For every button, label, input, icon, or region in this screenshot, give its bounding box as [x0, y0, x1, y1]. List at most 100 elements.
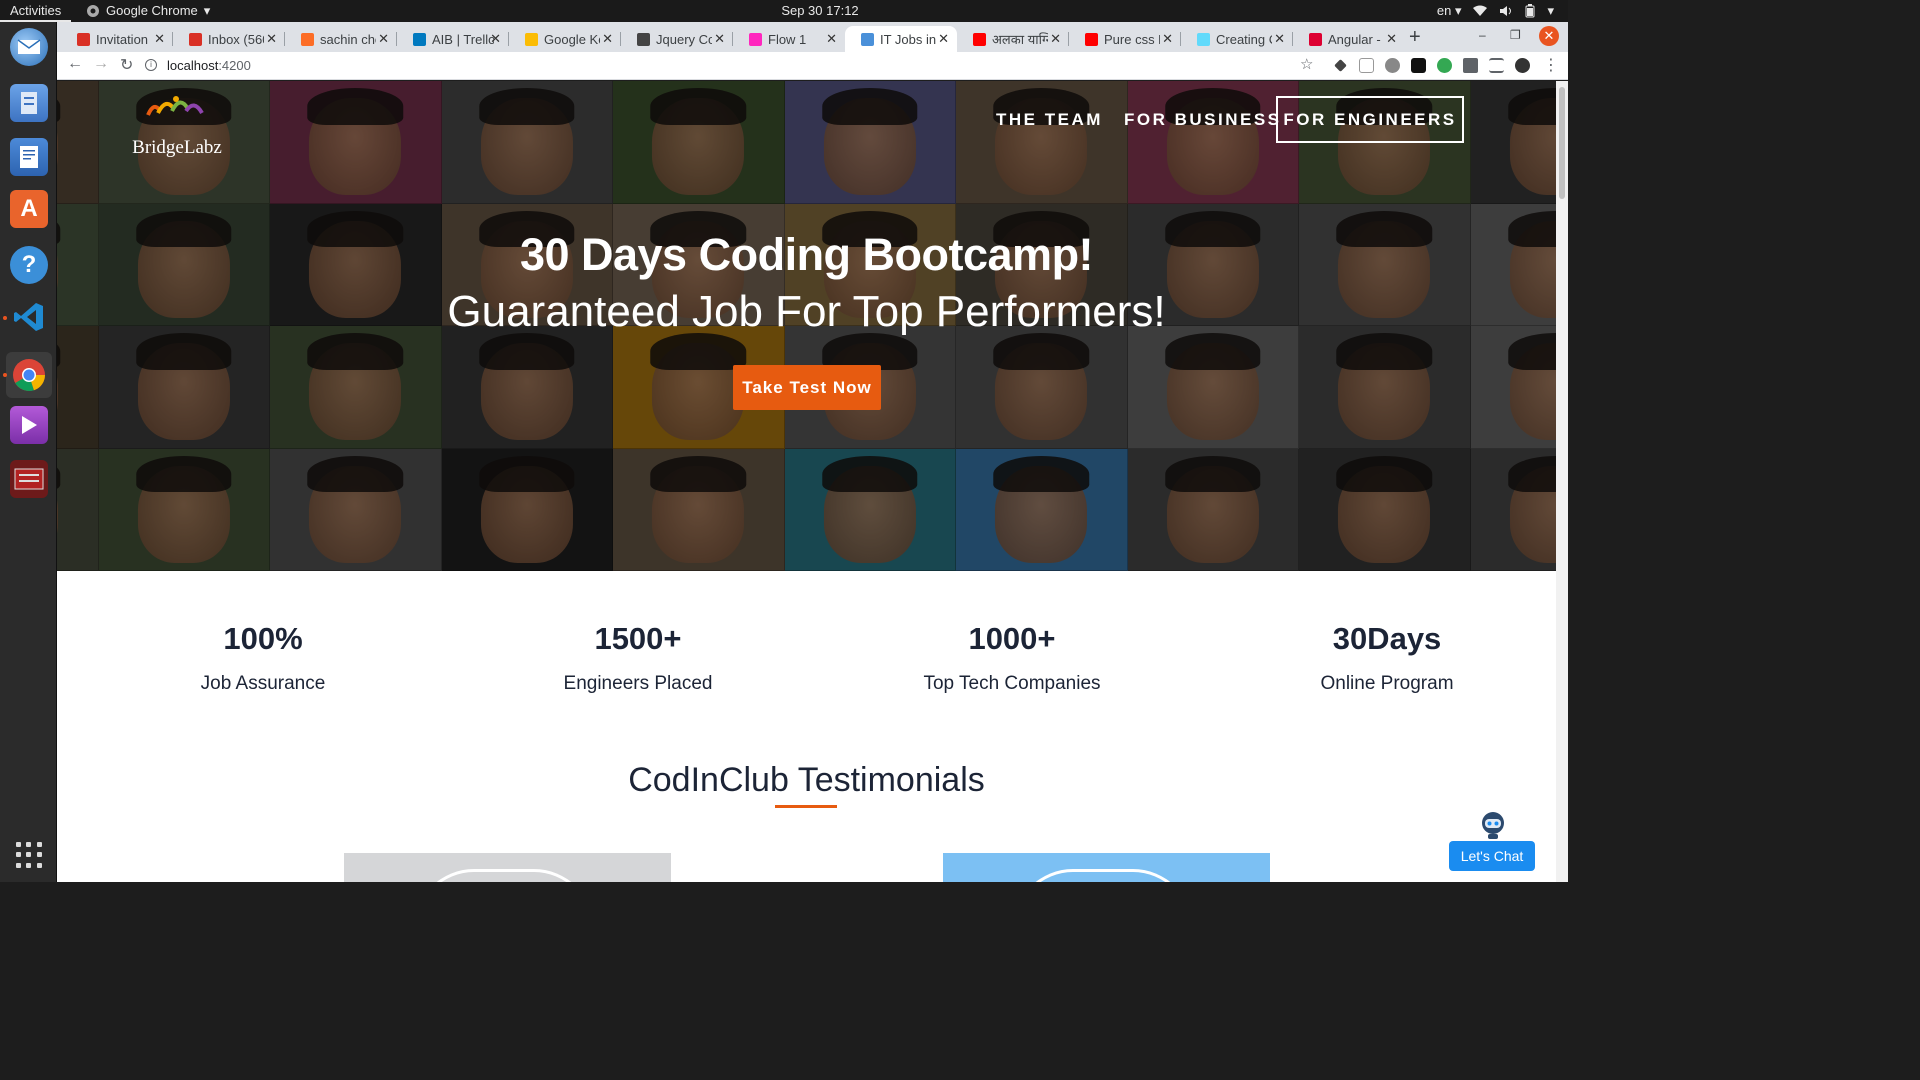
caret-down-icon: ▾ [203, 3, 211, 18]
tab[interactable]: Inbox (560 ✕ [173, 26, 285, 52]
nav-label[interactable]: FOR BUSINESS [1124, 110, 1282, 130]
testimonial-image [1013, 869, 1193, 882]
web-page: BridgeLabz THE TEAM FOR BUSINESS FOR ENG… [57, 81, 1556, 882]
app-menu-label: Google Chrome [106, 3, 198, 18]
tab-title: Google Ke [544, 31, 600, 47]
stat-value: 1500+ [594, 621, 682, 656]
extension-icon[interactable] [1385, 58, 1400, 73]
media-player-icon[interactable] [10, 406, 48, 444]
take-test-button[interactable]: Take Test Now [733, 365, 881, 410]
close-tab-icon[interactable]: ✕ [1050, 31, 1061, 47]
reading-list-icon[interactable] [1489, 58, 1504, 73]
tab[interactable]: Creating C ✕ [1181, 26, 1293, 52]
close-tab-icon[interactable]: ✕ [1274, 31, 1285, 47]
close-tab-icon[interactable]: ✕ [714, 31, 725, 47]
site-info-icon[interactable]: i [145, 59, 157, 71]
extension-icon[interactable] [1411, 58, 1426, 73]
tab[interactable]: Jquery Co ✕ [621, 26, 733, 52]
close-tab-icon[interactable]: ✕ [1386, 31, 1397, 47]
extension-icon[interactable] [1437, 58, 1452, 73]
tab-title: AIB | Trello [432, 31, 494, 47]
close-tab-icon[interactable]: ✕ [154, 31, 165, 47]
power-menu-icon[interactable]: ▾ [1547, 0, 1554, 22]
dock: A ? [0, 22, 57, 882]
show-applications-icon[interactable] [16, 842, 42, 868]
xd-icon [749, 32, 762, 46]
tab[interactable]: Pure css N ✕ [1069, 26, 1181, 52]
reload-button[interactable]: ↻ [120, 55, 133, 75]
color-picker-extension-icon[interactable] [1334, 59, 1347, 72]
restore-button[interactable]: ❐ [1510, 28, 1521, 42]
app-menu[interactable]: Google Chrome ▾ [86, 0, 210, 22]
minimize-button[interactable]: – [1479, 28, 1486, 42]
gitlab-icon [301, 32, 314, 46]
react-icon [1197, 32, 1210, 46]
chatbot-robot-icon[interactable] [1477, 809, 1509, 841]
forward-button[interactable]: → [93, 55, 109, 73]
close-tab-icon[interactable]: ✕ [1162, 31, 1173, 47]
stat-online-program: 30Days Online Program [1237, 621, 1537, 695]
tab[interactable]: AIB | Trello ✕ [397, 26, 509, 52]
stat-label: Online Program [1320, 673, 1454, 694]
menu-kebab-icon[interactable]: ⋮ [1543, 55, 1559, 75]
tab-title: sachin cho [320, 31, 376, 47]
writer-icon[interactable] [10, 138, 48, 176]
url-host: localhost [167, 57, 219, 73]
bookmark-star-icon[interactable]: ☆ [1300, 55, 1313, 73]
nav-label[interactable]: FOR ENGINEERS [1283, 110, 1456, 130]
extension-icon[interactable] [1359, 58, 1374, 73]
scrollbar-thumb[interactable] [1559, 87, 1565, 199]
bridgelabz-logo[interactable]: BridgeLabz [132, 93, 222, 158]
lets-chat-button[interactable]: Let's Chat [1449, 841, 1535, 871]
thunderbird-icon[interactable] [10, 28, 48, 66]
tab-title: अलका याग्नि [992, 32, 1048, 47]
close-tab-icon[interactable]: ✕ [490, 31, 501, 47]
bridgelabz-icon [861, 32, 874, 46]
vscode-icon[interactable] [10, 298, 48, 336]
tab[interactable]: Invitation ✕ [61, 26, 173, 52]
keyboard-layout[interactable]: en ▾ [1437, 0, 1462, 22]
help-icon[interactable]: ? [10, 246, 48, 284]
profile-avatar[interactable] [1515, 58, 1530, 73]
clock[interactable]: Sep 30 17:12 [760, 0, 880, 22]
address-bar[interactable]: i localhost:4200 [145, 54, 1325, 76]
tab[interactable]: Angular - I ✕ [1293, 26, 1405, 52]
testimonial-card[interactable] [344, 853, 671, 882]
activities-button[interactable]: Activities [0, 0, 72, 22]
tab-strip: Invitation ✕ Inbox (560 ✕ sachin cho ✕ A… [57, 22, 1568, 52]
stat-top-tech-companies: 1000+ Top Tech Companies [862, 621, 1162, 695]
hero-subtitle: Guaranteed Job For Top Performers! [447, 287, 1166, 336]
close-tab-icon[interactable]: ✕ [938, 31, 949, 47]
close-tab-icon[interactable]: ✕ [378, 31, 389, 47]
tab[interactable]: Flow 1 ✕ [733, 26, 845, 52]
close-tab-icon[interactable]: ✕ [602, 31, 613, 47]
nav-link-the-team[interactable]: THE TEAM [996, 96, 1103, 143]
close-tab-icon[interactable]: ✕ [266, 31, 277, 47]
testimonial-image [414, 869, 594, 882]
tab[interactable]: Google Ke ✕ [509, 26, 621, 52]
page-scrollbar[interactable] [1556, 81, 1568, 882]
tab[interactable]: अलका याग्नि ✕ [957, 26, 1069, 52]
browser-toolbar: ← → ↻ i localhost:4200 ☆ ⋮ [57, 52, 1568, 80]
tab-title: Invitation [96, 31, 149, 47]
tab-active[interactable]: IT Jobs in I ✕ [845, 26, 957, 52]
nav-label[interactable]: THE TEAM [996, 110, 1103, 130]
close-window-button[interactable]: ✕ [1539, 26, 1559, 46]
chrome-icon[interactable] [6, 352, 52, 398]
nav-link-for-business[interactable]: FOR BUSINESS [1124, 96, 1282, 143]
tab[interactable]: sachin cho ✕ [285, 26, 397, 52]
nav-link-for-engineers[interactable]: FOR ENGINEERS [1276, 96, 1464, 143]
logo-wordmark: BridgeLabz [132, 137, 222, 158]
screenshot-tool-icon[interactable] [10, 460, 48, 498]
close-tab-icon[interactable]: ✕ [826, 31, 837, 47]
files-icon[interactable] [10, 84, 48, 122]
new-tab-button[interactable]: + [1409, 26, 1421, 49]
system-tray[interactable]: en ▾ ▾ [1437, 0, 1554, 22]
keyboard-layout-label: en [1436, 3, 1452, 18]
tab-title: Jquery Co [656, 31, 712, 47]
back-button[interactable]: ← [67, 55, 83, 73]
software-center-icon[interactable]: A [10, 190, 48, 228]
puzzle-extensions-icon[interactable] [1463, 58, 1478, 73]
testimonial-card[interactable] [943, 853, 1270, 882]
stat-value: 100% [223, 621, 303, 656]
